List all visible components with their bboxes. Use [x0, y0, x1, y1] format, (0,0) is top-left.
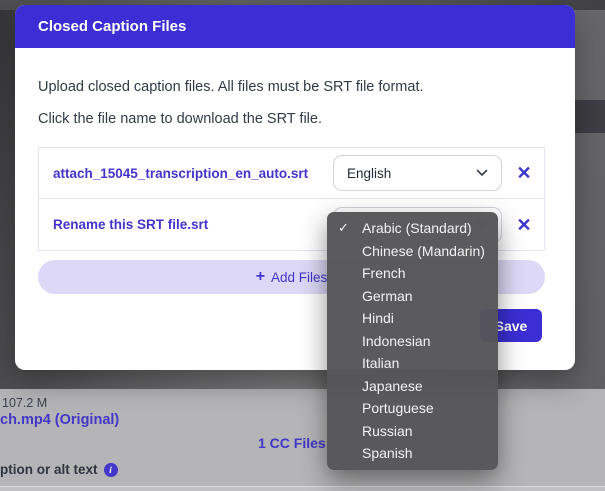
caption-label-text: ption or alt text	[0, 462, 98, 477]
dropdown-option-hindi[interactable]: Hindi	[327, 307, 498, 330]
panel-divider-shade	[0, 487, 605, 491]
instruction-download: Click the file name to download the SRT …	[38, 111, 322, 127]
language-select-value: English	[347, 165, 392, 181]
caption-or-alt-text-label: ption or alt text i	[0, 462, 118, 477]
dropdown-option-indonesian[interactable]: Indonesian	[327, 330, 498, 353]
dropdown-option-french[interactable]: French	[327, 262, 498, 285]
dropdown-option-spanish[interactable]: Spanish	[327, 442, 498, 465]
dropdown-option-label: Italian	[362, 355, 400, 371]
language-select[interactable]: English	[333, 155, 502, 191]
close-icon[interactable]: ✕	[514, 216, 534, 234]
video-frame-dark-patch	[571, 100, 605, 133]
original-file-link[interactable]: ch.mp4 (Original)	[0, 412, 119, 428]
close-icon[interactable]: ✕	[514, 164, 534, 182]
file-download-link[interactable]: Rename this SRT file.srt	[53, 217, 333, 232]
dropdown-option-arabic[interactable]: ✓ Arabic (Standard)	[327, 217, 498, 240]
dropdown-option-label: Hindi	[362, 310, 394, 326]
cc-files-link[interactable]: 1 CC Files	[258, 435, 326, 451]
dropdown-option-label: French	[362, 265, 406, 281]
instruction-format: Upload closed caption files. All files m…	[38, 79, 424, 95]
dropdown-option-label: Japanese	[362, 377, 423, 394]
dropdown-option-german[interactable]: German	[327, 285, 498, 308]
plus-icon: +	[255, 268, 266, 285]
language-dropdown-menu: ✓ Arabic (Standard) Chinese (Mandarin) F…	[327, 212, 498, 470]
dropdown-option-label: Chinese (Mandarin)	[362, 242, 485, 259]
dropdown-option-label: German	[362, 287, 413, 304]
chevron-down-icon	[476, 169, 488, 177]
dropdown-option-label: Spanish	[362, 445, 413, 461]
dropdown-option-russian[interactable]: Russian	[327, 420, 498, 443]
check-icon: ✓	[338, 220, 349, 235]
cc-file-row: attach_15045_transcription_en_auto.srt E…	[38, 147, 545, 199]
modal-title: Closed Caption Files	[38, 18, 187, 35]
info-icon[interactable]: i	[103, 462, 118, 477]
dropdown-option-label: Indonesian	[362, 332, 431, 349]
dropdown-option-label: Arabic (Standard)	[362, 220, 472, 236]
add-files-label: Add Files	[271, 269, 328, 285]
dropdown-option-italian[interactable]: Italian	[327, 352, 498, 375]
dropdown-option-label: Portuguese	[362, 400, 434, 416]
dropdown-option-chinese[interactable]: Chinese (Mandarin)	[327, 240, 498, 263]
dropdown-option-label: Russian	[362, 422, 413, 439]
file-size-text: 107.2 M	[2, 396, 48, 410]
file-download-link[interactable]: attach_15045_transcription_en_auto.srt	[53, 166, 333, 181]
modal-header: Closed Caption Files	[15, 5, 575, 48]
dropdown-option-portuguese[interactable]: Portuguese	[327, 397, 498, 420]
dropdown-option-japanese[interactable]: Japanese	[327, 375, 498, 398]
